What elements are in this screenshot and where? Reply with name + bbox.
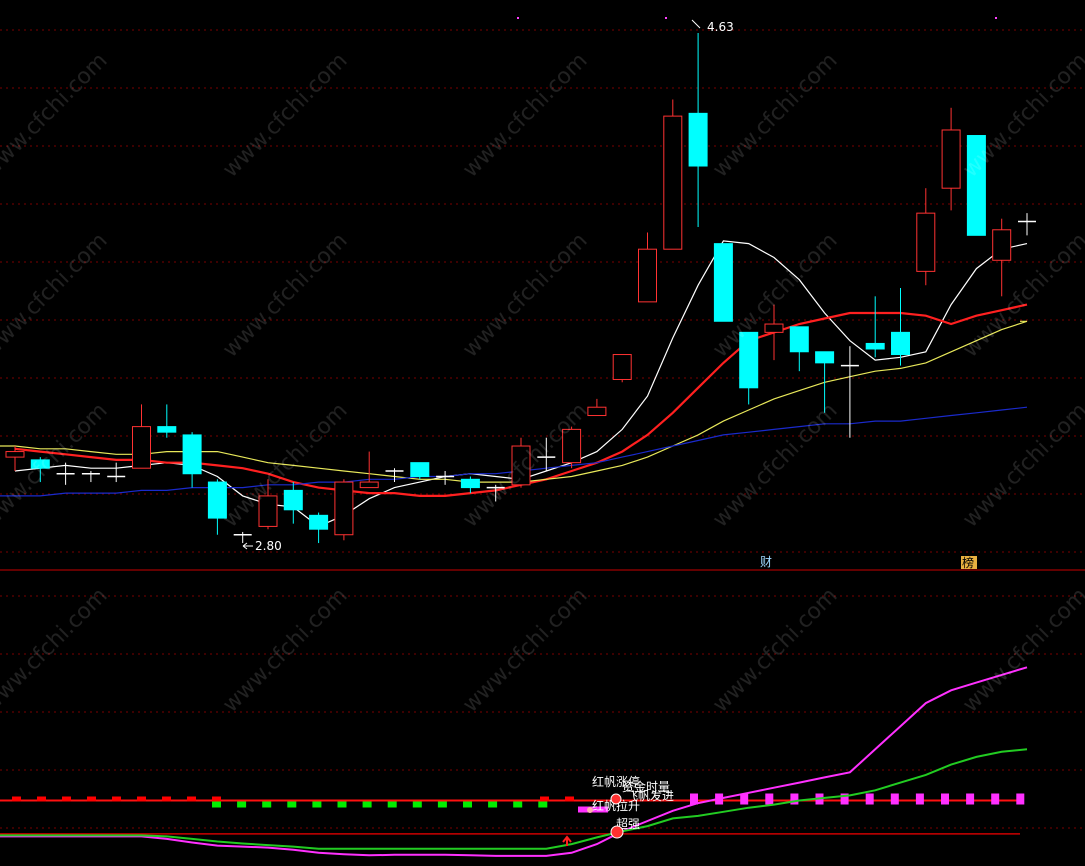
watermark-text: www.cfchi.com	[0, 48, 113, 182]
watermark-text: www.cfchi.com	[958, 228, 1085, 362]
watermark-text: www.cfchi.com	[458, 48, 592, 182]
watermark-text: www.cfchi.com	[0, 398, 113, 532]
watermark-text: www.cfchi.com	[218, 228, 352, 362]
watermark-text: www.cfchi.com	[958, 398, 1085, 532]
watermark-layer: www.cfchi.com www.cfchi.com www.cfchi.com w…	[0, 48, 1085, 717]
watermark-text: www.cfchi.com	[708, 228, 842, 362]
watermark-text: www.cfchi.com	[0, 583, 113, 717]
watermark-text: www.cfchi.com	[458, 583, 592, 717]
watermark-text: www.cfchi.com	[218, 48, 352, 182]
watermark-text: www.cfchi.com	[708, 398, 842, 532]
watermark-text: www.cfchi.com	[0, 228, 113, 362]
watermark-text: www.cfchi.com	[958, 583, 1085, 717]
watermark-text: www.cfchi.com	[958, 48, 1085, 182]
watermark-text: www.cfchi.com	[458, 228, 592, 362]
watermark-text: www.cfchi.com	[458, 398, 592, 532]
watermark-text: www.cfchi.com	[708, 583, 842, 717]
watermark-text: www.cfchi.com	[218, 583, 352, 717]
watermark-text: www.cfchi.com	[708, 48, 842, 182]
watermark-text: www.cfchi.com	[218, 398, 352, 532]
